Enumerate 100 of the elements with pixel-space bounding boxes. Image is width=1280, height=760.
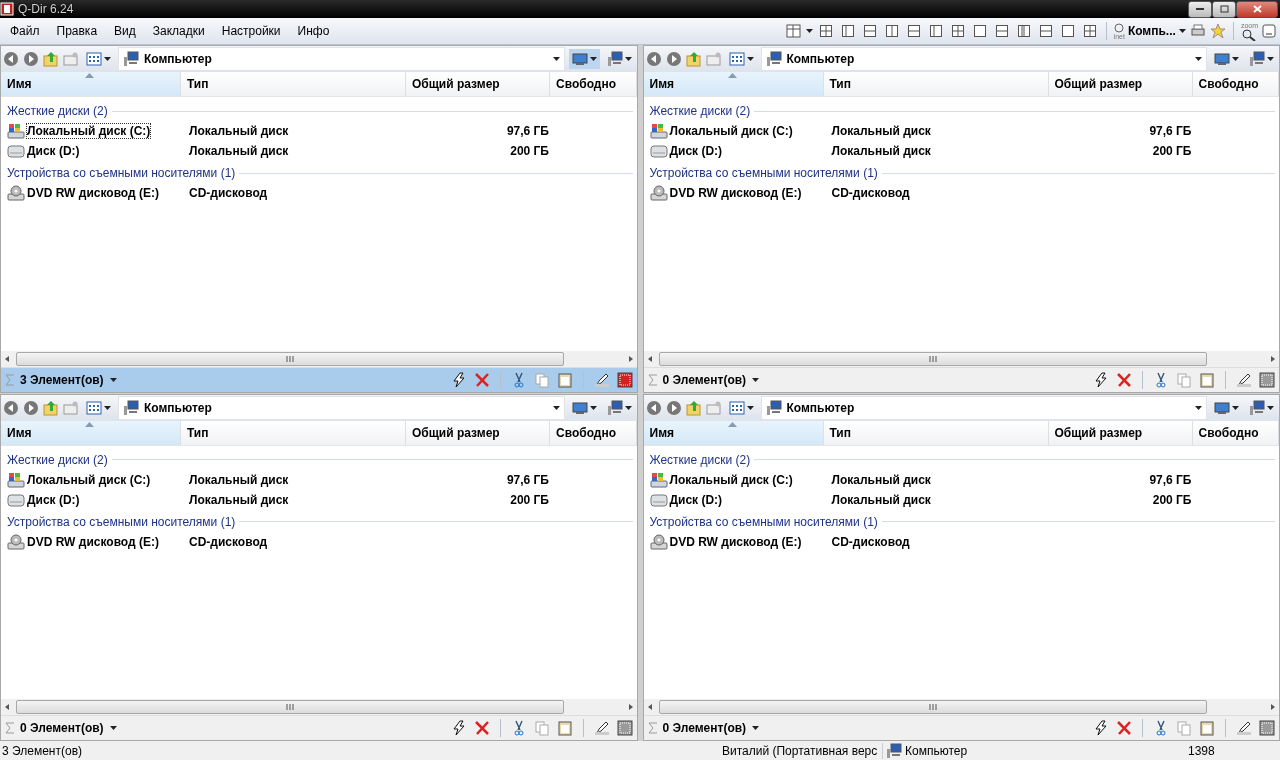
layout-icon[interactable] — [1061, 25, 1074, 37]
scroll-thumb[interactable] — [658, 351, 1207, 366]
caret-icon[interactable] — [805, 29, 813, 33]
menu-item[interactable]: Настройки — [211, 24, 288, 38]
menu-item[interactable]: Вид — [104, 24, 143, 38]
delete-icon[interactable] — [1116, 371, 1132, 388]
scroll-thumb[interactable] — [16, 351, 564, 366]
caret-icon[interactable] — [589, 405, 597, 410]
caret-icon[interactable] — [1267, 405, 1274, 410]
caret-icon[interactable] — [552, 405, 560, 410]
printer-icon[interactable] — [1189, 23, 1206, 39]
caret-icon[interactable] — [746, 405, 754, 410]
layout-icon[interactable] — [951, 25, 964, 37]
column-header[interactable]: Общий размер — [1048, 420, 1193, 445]
caret-icon[interactable] — [109, 726, 117, 730]
menu-item[interactable]: Инфо — [287, 24, 337, 38]
column-header[interactable]: Имя — [643, 420, 824, 445]
lightning-icon[interactable] — [450, 720, 467, 736]
column-header[interactable]: Общий размер — [406, 420, 550, 445]
pencil-icon[interactable] — [593, 371, 610, 388]
paste-icon[interactable] — [1199, 720, 1215, 736]
caret-icon[interactable] — [624, 57, 632, 61]
menu-item[interactable]: Файл — [0, 24, 47, 38]
address-field[interactable]: Компьютер — [118, 47, 565, 71]
delete-icon[interactable] — [473, 720, 490, 736]
column-header[interactable]: Общий размер — [1048, 72, 1193, 96]
view-grid-icon[interactable] — [86, 399, 102, 416]
address-field[interactable]: Компьютер — [118, 395, 565, 420]
scissors-icon[interactable] — [1153, 371, 1169, 388]
layout-icon[interactable] — [1083, 25, 1096, 37]
view-grid-icon[interactable] — [728, 399, 745, 416]
drive-name[interactable]: DVD RW дисковод (E:) — [669, 534, 802, 549]
address-field[interactable]: Компьютер — [760, 395, 1207, 420]
caret-icon[interactable] — [1232, 405, 1239, 410]
pencil-icon[interactable] — [1236, 720, 1252, 736]
layout-icon[interactable] — [885, 25, 898, 37]
layout-icon[interactable] — [973, 25, 986, 37]
paste-icon[interactable] — [1199, 371, 1215, 388]
layout-icon[interactable] — [841, 25, 854, 37]
column-header[interactable]: Тип — [823, 420, 1049, 445]
caret-icon[interactable] — [1195, 57, 1202, 61]
drive-name[interactable]: DVD RW дисковод (E:) — [27, 534, 159, 549]
layout-icon[interactable] — [907, 25, 920, 37]
column-header[interactable]: Имя — [1, 420, 181, 445]
view-grid-icon[interactable] — [728, 51, 745, 67]
column-header[interactable]: Общий размер — [406, 72, 550, 96]
drive-name[interactable]: Локальный диск (C:) — [27, 124, 151, 138]
caret-icon[interactable] — [552, 57, 560, 61]
computer-icon[interactable] — [1249, 51, 1265, 67]
item-count-dropdown[interactable]: 0 Элемент(ов) — [662, 721, 760, 735]
computer-icon[interactable] — [1249, 399, 1265, 416]
drive-name[interactable]: Локальный диск (C:) — [27, 472, 151, 487]
menu-item[interactable]: Правка — [46, 24, 105, 38]
column-header[interactable]: Имя — [1, 72, 181, 96]
caret-icon[interactable] — [1232, 57, 1239, 61]
pencil-icon[interactable] — [593, 720, 610, 736]
monitor-button[interactable] — [568, 49, 600, 69]
column-header[interactable]: Тип — [181, 72, 406, 96]
column-header[interactable]: Свободно — [550, 72, 637, 96]
pencil-icon[interactable] — [1236, 371, 1252, 388]
caret-icon[interactable] — [746, 57, 754, 61]
view-grid-icon[interactable] — [86, 51, 102, 67]
delete-icon[interactable] — [1116, 720, 1132, 736]
drive-name[interactable]: Диск (D:) — [27, 144, 80, 158]
scroll-thumb[interactable] — [658, 700, 1207, 714]
forward-icon[interactable] — [665, 399, 682, 416]
window-icon[interactable] — [1262, 24, 1276, 38]
paste-icon[interactable] — [556, 720, 573, 736]
column-header[interactable]: Свободно — [550, 420, 637, 445]
scissors-icon[interactable] — [1153, 720, 1169, 736]
caret-icon[interactable] — [752, 726, 760, 730]
column-header[interactable]: Тип — [181, 420, 406, 445]
drive-name[interactable]: DVD RW дисковод (E:) — [669, 186, 802, 200]
delete-icon[interactable] — [473, 371, 490, 388]
layout-icon[interactable] — [995, 25, 1008, 37]
lightning-icon[interactable] — [1093, 371, 1109, 388]
drive-name[interactable]: Локальный диск (C:) — [669, 124, 793, 138]
layout-icon[interactable] — [929, 25, 942, 37]
lightning-icon[interactable] — [450, 371, 467, 388]
select-icon[interactable] — [616, 371, 633, 388]
column-header[interactable]: Тип — [823, 72, 1049, 96]
lightning-icon[interactable] — [1093, 720, 1109, 736]
select-icon[interactable] — [1259, 720, 1275, 736]
computer-icon[interactable] — [606, 399, 623, 416]
caret-icon[interactable] — [1267, 57, 1274, 61]
caret-icon[interactable] — [1195, 405, 1202, 410]
caret-icon[interactable] — [104, 405, 111, 410]
drive-name[interactable]: Диск (D:) — [669, 144, 723, 158]
folder-up-icon[interactable] — [685, 51, 702, 67]
menu-item[interactable]: Закладки — [142, 24, 212, 38]
star-icon[interactable] — [1209, 23, 1226, 39]
caret-icon[interactable] — [589, 57, 597, 61]
layout-icon[interactable] — [785, 23, 802, 39]
drive-name[interactable]: DVD RW дисковод (E:) — [27, 186, 159, 200]
layout-icon[interactable] — [863, 25, 876, 37]
layout-icon[interactable] — [1039, 25, 1052, 37]
layout-icon[interactable] — [1017, 25, 1030, 37]
item-count-dropdown[interactable]: 0 Элемент(ов) — [20, 721, 117, 735]
caret-icon[interactable] — [624, 405, 632, 410]
column-header[interactable]: Свободно — [1192, 72, 1279, 96]
